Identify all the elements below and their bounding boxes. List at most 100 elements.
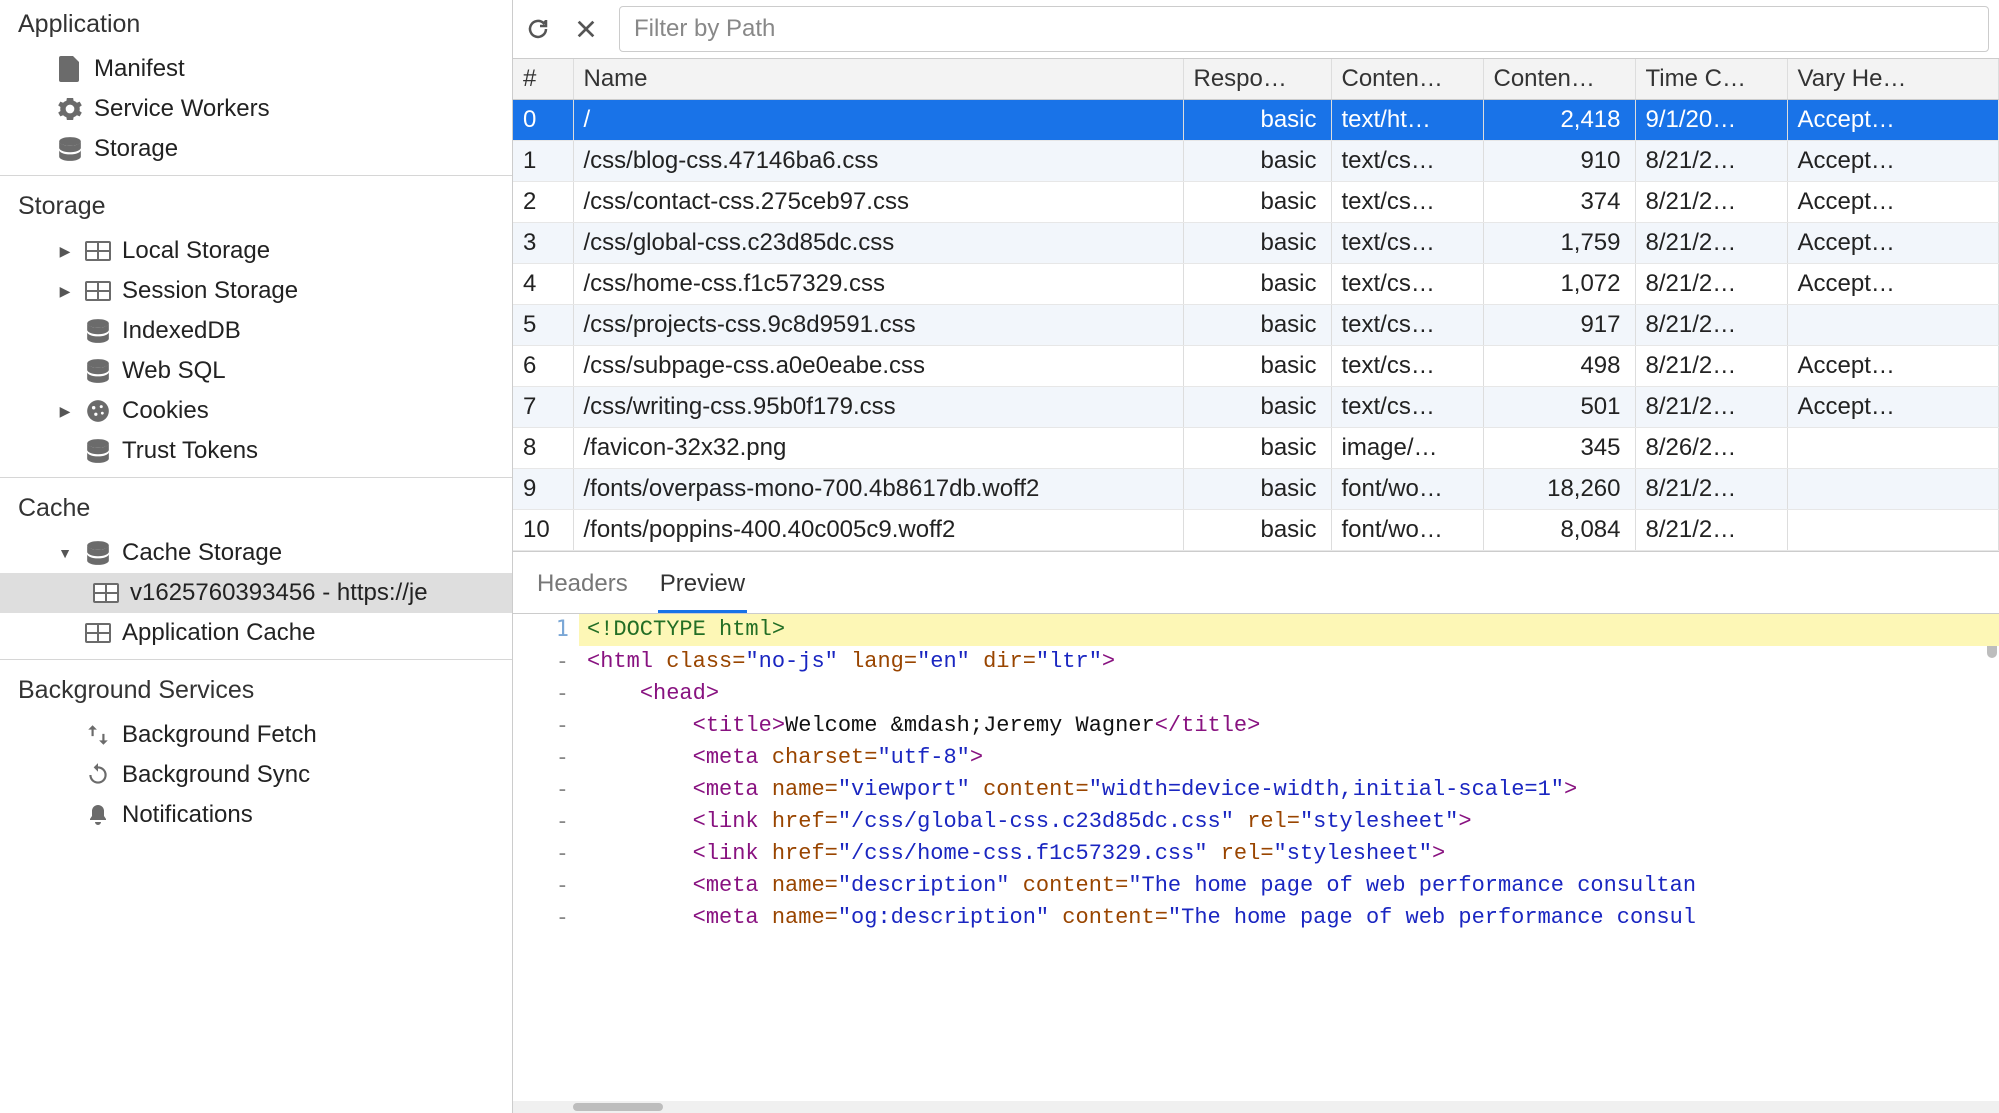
code-line[interactable]: - <title>Welcome &mdash;Jeremy Wagner</t… (513, 710, 1999, 742)
code-line[interactable]: - <link href="/css/home-css.f1c57329.css… (513, 838, 1999, 870)
horizontal-scrollbar-thumb[interactable] (573, 1103, 663, 1111)
table-row[interactable]: 1/css/blog-css.47146ba6.cssbasictext/cs…… (513, 141, 1999, 182)
cell-ctype: font/wo… (1331, 469, 1483, 510)
code-text: <meta name="viewport" content="width=dev… (579, 774, 1999, 806)
col-content-type[interactable]: Conten… (1331, 59, 1483, 100)
sidebar-item-storage[interactable]: Storage (0, 129, 512, 169)
code-line[interactable]: - <meta charset="utf-8"> (513, 742, 1999, 774)
sidebar-item-cache-entry[interactable]: v1625760393456 - https://je (0, 573, 512, 613)
sidebar-item-notifications[interactable]: Notifications (0, 795, 512, 835)
cell-time: 8/26/2… (1635, 428, 1787, 469)
code-line[interactable]: - <meta name="og:description" content="T… (513, 902, 1999, 934)
code-line[interactable]: 1<!DOCTYPE html> (513, 614, 1999, 646)
sidebar-item-cache-storage[interactable]: ▼ Cache Storage (0, 533, 512, 573)
sidebar-item-label: Cookies (122, 397, 209, 425)
code-line[interactable]: - <head> (513, 678, 1999, 710)
table-row[interactable]: 9/fonts/overpass-mono-700.4b8617db.woff2… (513, 469, 1999, 510)
sidebar-item-local-storage[interactable]: ▶ Local Storage (0, 231, 512, 271)
table-icon (92, 579, 120, 607)
code-line[interactable]: - <link href="/css/global-css.c23d85dc.c… (513, 806, 1999, 838)
cell-i: 0 (513, 100, 573, 141)
cell-time: 8/21/2… (1635, 141, 1787, 182)
sidebar-item-label: Session Storage (122, 277, 298, 305)
table-row[interactable]: 4/css/home-css.f1c57329.cssbasictext/cs…… (513, 264, 1999, 305)
line-number: 1 (513, 614, 579, 646)
fetch-icon (84, 721, 112, 749)
chevron-right-icon: ▶ (56, 243, 74, 260)
tab-headers[interactable]: Headers (535, 562, 630, 613)
sidebar-item-trust-tokens[interactable]: Trust Tokens (0, 431, 512, 471)
cell-clen: 910 (1483, 141, 1635, 182)
col-index[interactable]: # (513, 59, 573, 100)
cell-name: /css/subpage-css.a0e0eabe.css (573, 346, 1183, 387)
divider (0, 477, 512, 478)
sidebar-item-service-workers[interactable]: Service Workers (0, 89, 512, 129)
section-title-cache: Cache (0, 484, 512, 533)
cell-resp: basic (1183, 510, 1331, 551)
cell-vary (1787, 510, 1999, 551)
cell-time: 8/21/2… (1635, 305, 1787, 346)
sidebar-item-session-storage[interactable]: ▶ Session Storage (0, 271, 512, 311)
cell-time: 8/21/2… (1635, 182, 1787, 223)
table-row[interactable]: 0/basictext/ht…2,4189/1/20…Accept… (513, 100, 1999, 141)
sidebar-item-indexeddb[interactable]: IndexedDB (0, 311, 512, 351)
sidebar-item-web-sql[interactable]: Web SQL (0, 351, 512, 391)
section-title-background: Background Services (0, 666, 512, 715)
line-number: - (513, 646, 579, 678)
line-number: - (513, 774, 579, 806)
table-row[interactable]: 8/favicon-32x32.pngbasicimage/…3458/26/2… (513, 428, 1999, 469)
cell-resp: basic (1183, 387, 1331, 428)
sidebar-item-label: IndexedDB (122, 317, 241, 345)
db-icon (84, 539, 112, 567)
sidebar-item-label: Trust Tokens (122, 437, 258, 465)
divider (0, 659, 512, 660)
cell-vary: Accept… (1787, 223, 1999, 264)
delete-button[interactable] (571, 14, 601, 44)
cell-ctype: text/cs… (1331, 305, 1483, 346)
table-row[interactable]: 2/css/contact-css.275ceb97.cssbasictext/… (513, 182, 1999, 223)
cell-vary: Accept… (1787, 141, 1999, 182)
cell-vary: Accept… (1787, 182, 1999, 223)
line-number: - (513, 870, 579, 902)
filter-input[interactable] (619, 6, 1989, 52)
col-response[interactable]: Respo… (1183, 59, 1331, 100)
code-text: <html class="no-js" lang="en" dir="ltr"> (579, 646, 1999, 678)
table-row[interactable]: 7/css/writing-css.95b0f179.cssbasictext/… (513, 387, 1999, 428)
col-content-length[interactable]: Conten… (1483, 59, 1635, 100)
sidebar-item-label: Application Cache (122, 619, 315, 647)
refresh-button[interactable] (523, 14, 553, 44)
cell-name: /css/writing-css.95b0f179.css (573, 387, 1183, 428)
details-tabs: Headers Preview (513, 552, 1999, 614)
sidebar-item-label: Local Storage (122, 237, 270, 265)
code-line[interactable]: - <meta name="description" content="The … (513, 870, 1999, 902)
horizontal-scrollbar[interactable] (513, 1101, 1999, 1113)
cell-clen: 2,418 (1483, 100, 1635, 141)
sidebar-item-background-sync[interactable]: Background Sync (0, 755, 512, 795)
sidebar-item-application-cache[interactable]: Application Cache (0, 613, 512, 653)
file-icon (56, 55, 84, 83)
sidebar-item-manifest[interactable]: Manifest (0, 49, 512, 89)
col-vary[interactable]: Vary He… (1787, 59, 1999, 100)
col-name[interactable]: Name (573, 59, 1183, 100)
tab-preview[interactable]: Preview (658, 562, 747, 613)
sidebar-item-label: Background Sync (122, 761, 310, 789)
cell-ctype: text/cs… (1331, 387, 1483, 428)
table-row[interactable]: 6/css/subpage-css.a0e0eabe.cssbasictext/… (513, 346, 1999, 387)
sidebar-item-background-fetch[interactable]: Background Fetch (0, 715, 512, 755)
code-line[interactable]: -<html class="no-js" lang="en" dir="ltr"… (513, 646, 1999, 678)
preview-code-pane[interactable]: 1<!DOCTYPE html>-<html class="no-js" lan… (513, 614, 1999, 1101)
sidebar-item-cookies[interactable]: ▶ Cookies (0, 391, 512, 431)
table-row[interactable]: 5/css/projects-css.9c8d9591.cssbasictext… (513, 305, 1999, 346)
code-text: <head> (579, 678, 1999, 710)
cell-time: 8/21/2… (1635, 510, 1787, 551)
cell-i: 9 (513, 469, 573, 510)
table-row[interactable]: 10/fonts/poppins-400.40c005c9.woff2basic… (513, 510, 1999, 551)
code-text: <title>Welcome &mdash;Jeremy Wagner</tit… (579, 710, 1999, 742)
cell-time: 8/21/2… (1635, 469, 1787, 510)
sidebar-item-label: Storage (94, 135, 178, 163)
code-line[interactable]: - <meta name="viewport" content="width=d… (513, 774, 1999, 806)
col-time-cached[interactable]: Time C… (1635, 59, 1787, 100)
table-row[interactable]: 3/css/global-css.c23d85dc.cssbasictext/c… (513, 223, 1999, 264)
cell-clen: 917 (1483, 305, 1635, 346)
line-number: - (513, 710, 579, 742)
